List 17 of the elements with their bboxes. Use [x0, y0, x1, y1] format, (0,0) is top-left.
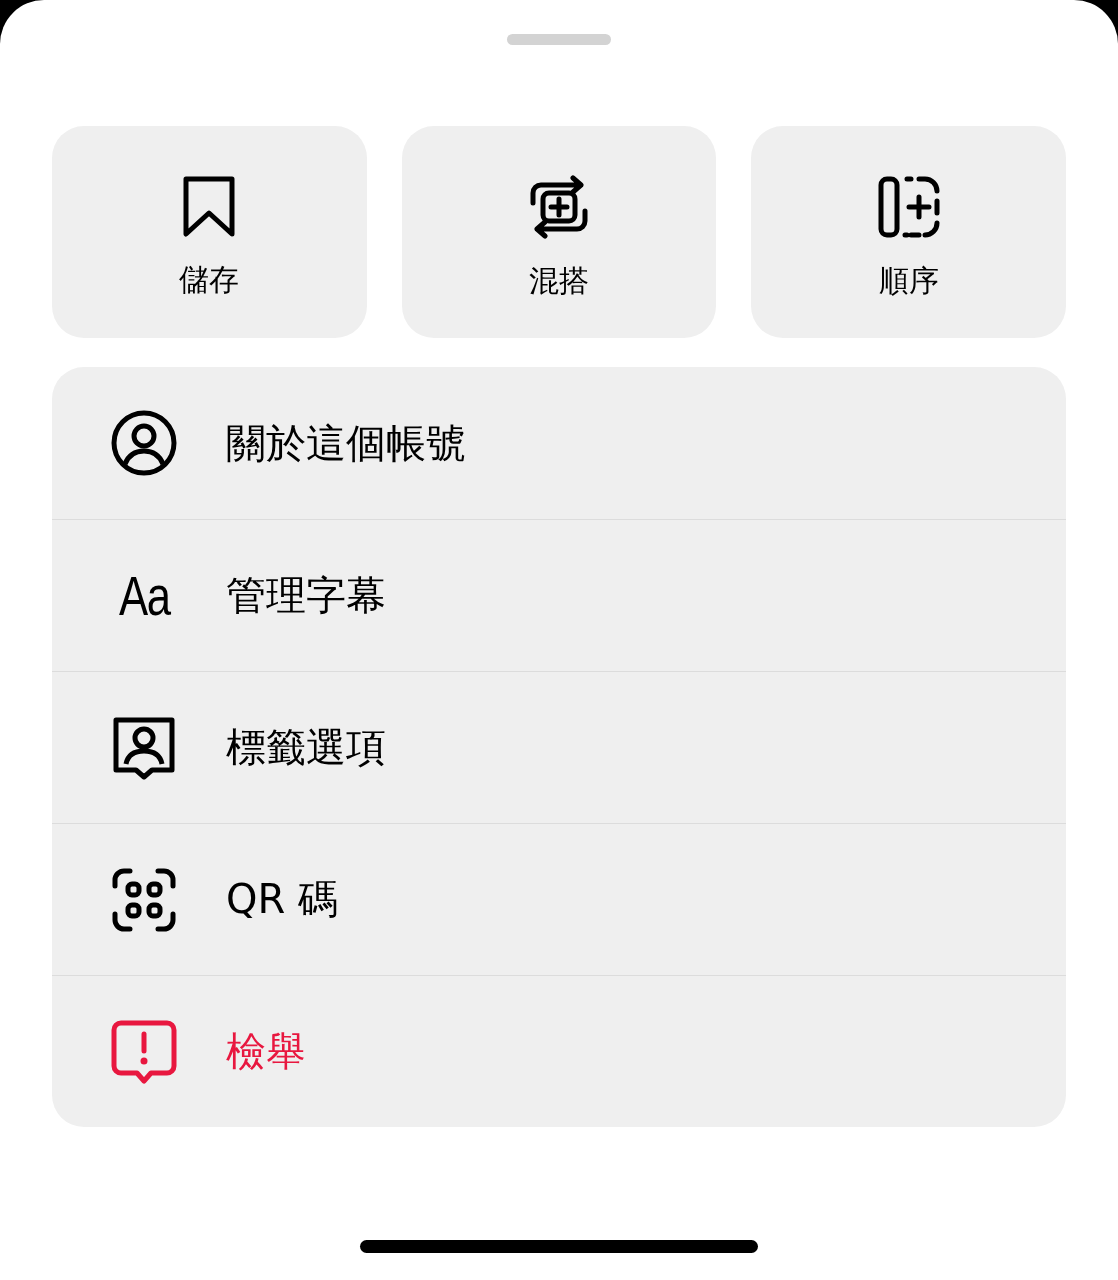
home-indicator[interactable]: [360, 1240, 758, 1253]
qr-code-icon: [112, 867, 176, 932]
menu-item[interactable]: Aa 管理字幕: [52, 519, 1066, 671]
menu-item[interactable]: 標籤選項: [52, 671, 1066, 823]
user-circle-icon: [111, 410, 177, 476]
drag-handle[interactable]: [507, 34, 611, 45]
action-button[interactable]: 儲存: [52, 126, 367, 338]
action-button[interactable]: 順序: [751, 126, 1066, 338]
action-button[interactable]: 混搭: [401, 126, 717, 338]
menu-item[interactable]: 關於這個帳號: [52, 367, 1066, 519]
menu-item[interactable]: QR 碼: [52, 823, 1066, 975]
tag-person-icon: [112, 715, 176, 780]
bookmark-icon: [182, 175, 237, 238]
menu-item[interactable]: 檢舉: [52, 975, 1066, 1127]
text-icon: Aa: [118, 567, 170, 624]
dashed-add-icon: [876, 174, 941, 239]
alert-icon: [111, 1019, 177, 1084]
